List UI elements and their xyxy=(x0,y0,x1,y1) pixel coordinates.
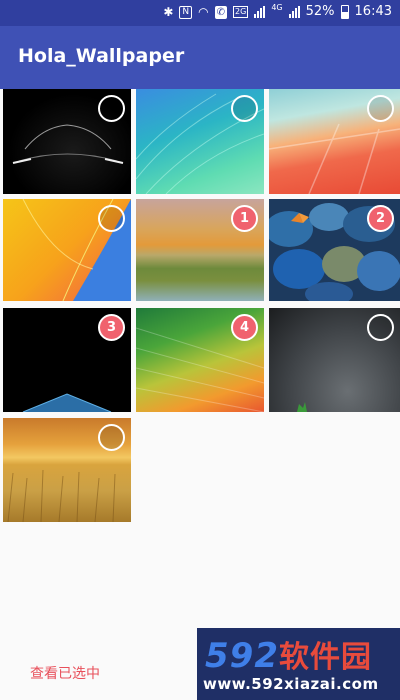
select-circle-3[interactable] xyxy=(367,95,394,122)
select-circle-1[interactable] xyxy=(98,95,125,122)
watermark-brand: 592 xyxy=(205,636,279,676)
signal-2g-icon: 2G xyxy=(233,6,249,18)
wallpaper-thumb-grey-asphalt[interactable] xyxy=(269,308,400,412)
select-circle-4[interactable] xyxy=(98,205,125,232)
select-circle-5[interactable]: 1 xyxy=(231,205,258,232)
wifi-icon: ◠ xyxy=(198,5,209,19)
battery-icon xyxy=(340,5,349,19)
wallpaper-thumb-green-orange-gradient[interactable]: 4 xyxy=(136,308,264,412)
nfc-icon: N xyxy=(179,5,193,19)
app-bar: Hola_Wallpaper xyxy=(0,26,400,89)
bluetooth-icon: ✱ xyxy=(163,5,174,19)
network-4g-label: 4G xyxy=(271,3,283,12)
signal-4g-icon xyxy=(288,6,300,18)
watermark-logo: 592软件园 xyxy=(205,632,372,676)
select-circle-7[interactable]: 3 xyxy=(98,314,125,341)
view-selected-button[interactable]: 查看已选中 xyxy=(30,663,100,683)
select-circle-6[interactable]: 2 xyxy=(367,205,394,232)
wallpaper-thumb-yellow-blue-curve[interactable] xyxy=(3,199,131,301)
clock-time: 16:43 xyxy=(354,4,392,19)
watermark-brand-cn: 软件园 xyxy=(278,640,372,675)
wallpaper-thumb-orange-green-texture[interactable]: 1 xyxy=(136,199,264,301)
status-bar: ✱ N ◠ ✆ 2G 4G 52% 16:43 xyxy=(0,0,400,26)
watermark-url: www.592xiazai.com xyxy=(203,675,379,693)
wallpaper-thumb-blue-pebbles[interactable]: 2 xyxy=(269,199,400,301)
wallpaper-thumb-wheat-field[interactable] xyxy=(3,418,131,522)
wallpaper-thumb-red-geometric[interactable] xyxy=(269,89,400,194)
select-circle-9[interactable] xyxy=(367,314,394,341)
wallpaper-thumb-teal-feathers[interactable] xyxy=(136,89,264,194)
select-circle-10[interactable] xyxy=(98,424,125,451)
watermark: 592软件园 www.592xiazai.com xyxy=(197,628,400,700)
wallpaper-thumb-dark-car[interactable] xyxy=(3,89,131,194)
network-2g-label: 2G xyxy=(235,7,247,16)
call-icon: ✆ xyxy=(214,5,228,19)
app-title: Hola_Wallpaper xyxy=(18,45,185,67)
select-circle-8[interactable]: 4 xyxy=(231,314,258,341)
battery-percent: 52% xyxy=(305,4,335,19)
wallpaper-thumb-black-blue-horizon[interactable]: 3 xyxy=(3,308,131,412)
select-circle-2[interactable] xyxy=(231,95,258,122)
signal-bars-icon xyxy=(254,6,266,18)
